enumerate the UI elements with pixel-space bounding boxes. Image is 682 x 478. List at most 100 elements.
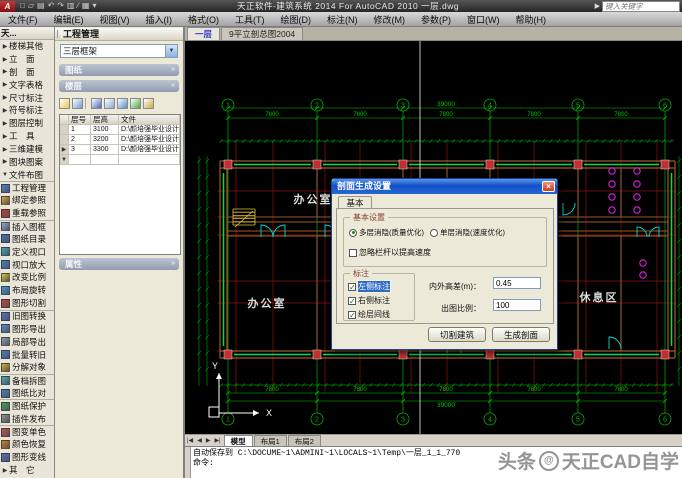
screen-menu-item-绑定参照[interactable]: 绑定参照 — [0, 194, 54, 207]
infocenter-arrow-icon[interactable]: ▶ — [595, 2, 600, 10]
height-diff-input[interactable] — [493, 277, 541, 289]
infocenter-search-input[interactable] — [602, 0, 680, 12]
screen-menu-item-图纸比对[interactable]: 图纸比对 — [0, 387, 54, 400]
layout-tab-布局2[interactable]: 布局2 — [287, 434, 321, 447]
close-icon[interactable]: × — [542, 181, 555, 192]
section-floors[interactable]: 楼层 « — [59, 80, 179, 92]
screen-menu-item-三维建模[interactable]: ▶ 三维建模 — [0, 143, 54, 156]
cad-canvas[interactable]: 1 1 2 2 3 3 4 4 5 5 6 6 39000 39000 7800 7800 7800 7800 78… — [185, 41, 682, 434]
checkbox-floor-line[interactable]: ✓ — [348, 310, 356, 319]
layout-nav-icon[interactable]: ▶| — [212, 437, 222, 444]
menu-标注(N)[interactable]: 标注(N) — [319, 13, 366, 26]
checkbox-left-dim[interactable]: ✓ — [348, 282, 356, 291]
floor-table[interactable]: 层号 层高 文件 1 3100 D:\颜培强毕业设计\ 2 3200 D:\颜培强毕业设计\ ▶ 3… — [59, 114, 181, 255]
menu-修改(M)[interactable]: 修改(M) — [366, 13, 414, 26]
image-frame-icon[interactable] — [72, 98, 83, 109]
autocad-logo-icon[interactable]: A — [0, 0, 15, 12]
floor-row-new[interactable]: ▼ — [60, 155, 180, 165]
open-file-icon[interactable]: ▱ — [28, 1, 34, 11]
save-icon[interactable]: ▤ — [37, 1, 45, 11]
generate-section-button[interactable]: 生成剖面 — [492, 327, 550, 342]
screen-menu-item-剖面[interactable]: ▶ 剖 面 — [0, 66, 54, 79]
section-sheets[interactable]: 图纸 » — [59, 64, 179, 76]
screen-menu-item-尺寸标注[interactable]: ▶ 尺寸标注 — [0, 91, 54, 104]
screen-menu-item-插入图框[interactable]: 插入图框 — [0, 219, 54, 233]
checkbox-right-dim[interactable]: ✓ — [348, 296, 356, 305]
menu-工具(T)[interactable]: 工具(T) — [227, 13, 273, 26]
building-icon[interactable] — [91, 98, 102, 109]
radio-singlelayer-hide[interactable] — [430, 228, 438, 237]
save-as-icon[interactable]: ▦ — [82, 1, 90, 11]
table-grid-icon[interactable] — [117, 98, 128, 109]
toolbar-menu-icon[interactable]: ▾ — [92, 1, 96, 11]
print-icon[interactable]: ▥ — [67, 1, 75, 11]
screen-menu-item-旧图转换[interactable]: 旧图转换 — [0, 309, 54, 323]
screen-menu-item-文件布图[interactable]: ▼ 文件布图 — [0, 168, 54, 181]
screen-menu-item-图块图案[interactable]: ▶ 图块图案 — [0, 155, 54, 168]
chevron-down-icon[interactable]: ▼ — [165, 45, 177, 57]
screen-menu-item-图层控制[interactable]: ▶ 图层控制 — [0, 117, 54, 130]
layout-nav-icon[interactable]: ▶ — [204, 437, 213, 444]
screen-menu-item-定义视口[interactable]: 定义视口 — [0, 245, 54, 258]
undo-icon[interactable]: ↶ — [48, 1, 55, 11]
copy-floor-icon[interactable] — [104, 98, 115, 109]
section-properties[interactable]: 属性 » — [59, 258, 179, 270]
layout-nav-icon[interactable]: ◀ — [195, 437, 204, 444]
menu-编辑(E)[interactable]: 编辑(E) — [46, 13, 92, 26]
redo-icon[interactable]: ↷ — [57, 1, 64, 11]
screen-menu-item-图形切割[interactable]: 图形切割 — [0, 297, 54, 310]
menu-窗口(W)[interactable]: 窗口(W) — [459, 13, 508, 26]
screen-menu-item-备档拆图[interactable]: 备档拆图 — [0, 373, 54, 387]
cell[interactable]: 3 — [69, 145, 91, 155]
menu-格式(O)[interactable]: 格式(O) — [180, 13, 227, 26]
screen-menu-item-工程管理[interactable]: 工程管理 — [0, 181, 54, 194]
floor-row-3[interactable]: ▶ 3 3300 D:\颜培强毕业设计\ — [60, 145, 180, 155]
cell[interactable]: 3200 — [91, 135, 119, 145]
screen-menu-item-文字表格[interactable]: ▶ 文字表格 — [0, 78, 54, 91]
cut-building-button[interactable]: 切割建筑 — [428, 327, 486, 342]
screen-menu-item-布局旋转[interactable]: 布局旋转 — [0, 284, 54, 297]
screen-menu-item-图纸目录[interactable]: 图纸目录 — [0, 233, 54, 246]
cell[interactable]: 3100 — [91, 125, 119, 135]
screen-menu-item-图形变线[interactable]: 图形变线 — [0, 451, 54, 464]
new-file-icon[interactable]: □ — [20, 1, 25, 11]
screen-menu-item-工具[interactable]: ▶ 工 具 — [0, 130, 54, 143]
cell[interactable]: 1 — [69, 125, 91, 135]
pen-icon[interactable]: ∕ — [78, 1, 79, 11]
menu-参数(P)[interactable]: 参数(P) — [413, 13, 459, 26]
scale-input[interactable] — [493, 299, 541, 311]
screen-menu-item-图形导出[interactable]: 图形导出 — [0, 322, 54, 335]
screen-menu-item-改变比例[interactable]: 改变比例 — [0, 271, 54, 284]
screen-menu-item-批量转旧[interactable]: 批量转旧 — [0, 348, 54, 361]
screen-menu-item-视口放大[interactable]: 视口放大 — [0, 258, 54, 271]
doc-tab-9平立剖总图2004[interactable]: 9平立剖总图2004 — [221, 27, 304, 40]
screen-menu-item-图纸保护[interactable]: 图纸保护 — [0, 399, 54, 412]
open-project-icon[interactable] — [59, 98, 70, 109]
cell[interactable]: 2 — [69, 135, 91, 145]
checkbox-ignore-railing[interactable] — [349, 248, 357, 257]
screen-menu-header[interactable]: 天... — [0, 27, 54, 40]
screen-menu-item-楼梯其他[interactable]: ▶ 楼梯其他 — [0, 40, 54, 53]
floor-row-2[interactable]: 2 3200 D:\颜培强毕业设计\ — [60, 135, 180, 145]
cell[interactable]: D:\颜培强毕业设计\ — [119, 125, 180, 135]
column-header-文件[interactable]: 文件 — [119, 115, 180, 125]
screen-menu-item-其它[interactable]: ▶ 其 它 — [0, 464, 54, 477]
project-panel-title[interactable]: 工程管理 — [55, 28, 183, 41]
layout-nav-icon[interactable]: |◀ — [185, 437, 195, 444]
box-3d-icon[interactable] — [143, 98, 154, 109]
screen-menu-item-符号标注[interactable]: ▶ 符号标注 — [0, 104, 54, 117]
menu-文件(F)[interactable]: 文件(F) — [0, 13, 46, 26]
project-select[interactable]: 三层框架 ▼ — [60, 44, 178, 58]
screen-menu-item-立面[interactable]: ▶ 立 面 — [0, 53, 54, 66]
layout-tab-布局1[interactable]: 布局1 — [253, 434, 287, 447]
cell[interactable]: 3300 — [91, 145, 119, 155]
doc-tab-一层[interactable]: 一层 — [187, 27, 221, 40]
layout-tab-模型[interactable]: 模型 — [223, 434, 253, 447]
column-header-层高[interactable]: 层高 — [91, 115, 119, 125]
screen-menu-item-图变单色[interactable]: 图变单色 — [0, 425, 54, 438]
menu-视图(V)[interactable]: 视图(V) — [92, 13, 138, 26]
floor-row-1[interactable]: 1 3100 D:\颜培强毕业设计\ — [60, 125, 180, 135]
screen-menu-item-分解对象[interactable]: 分解对象 — [0, 361, 54, 374]
menu-帮助(H)[interactable]: 帮助(H) — [508, 13, 555, 26]
menu-插入(I)[interactable]: 插入(I) — [138, 13, 181, 26]
